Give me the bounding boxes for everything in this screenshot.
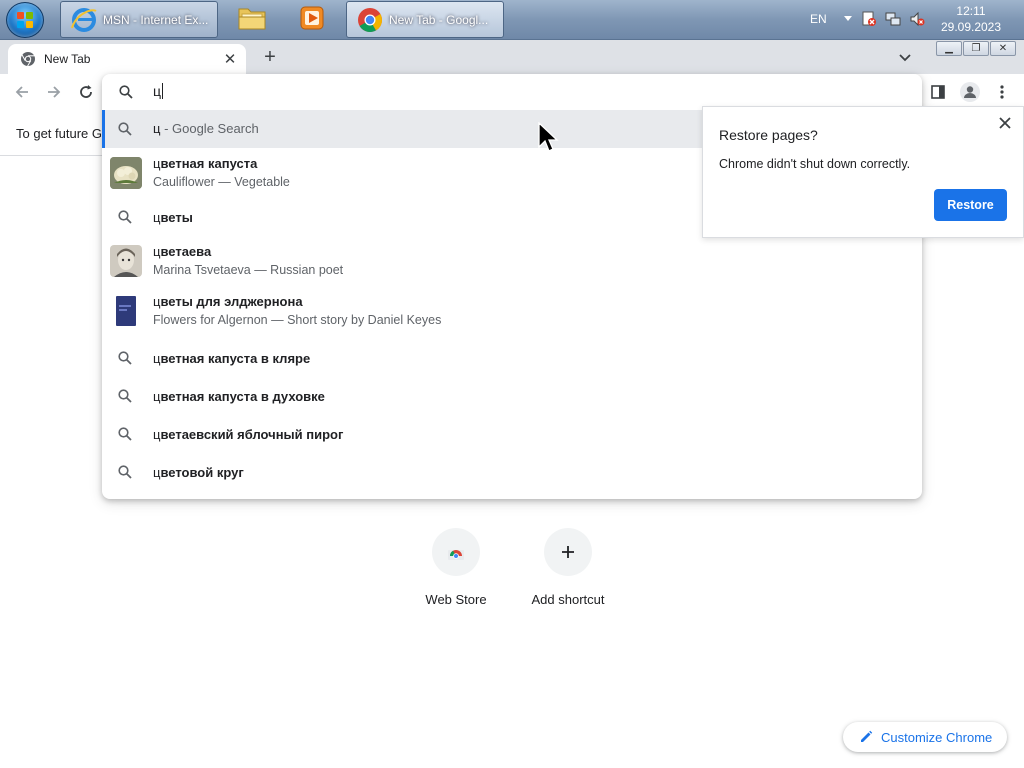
- suggestion-entity[interactable]: цветаева Marina Tsvetaeva — Russian poet: [102, 236, 922, 286]
- chrome-menu-button[interactable]: [990, 80, 1014, 104]
- action-center-icon[interactable]: [861, 11, 877, 27]
- shortcut-label: Web Store: [425, 592, 487, 607]
- folder-icon: [236, 3, 268, 36]
- back-button[interactable]: [10, 80, 34, 104]
- pencil-icon: [861, 730, 873, 742]
- windows-logo-icon: [17, 12, 34, 29]
- book-cover-thumbnail: [110, 295, 142, 327]
- suggestion-description: Cauliflower — Vegetable: [153, 175, 290, 189]
- customize-label: Customize Chrome: [881, 729, 993, 745]
- profile-button[interactable]: [958, 80, 982, 104]
- add-icon: [544, 528, 592, 576]
- suggestion-rest: ветаевский яблочный пирог: [160, 427, 344, 442]
- clock-date: 29.09.2023: [940, 20, 1002, 34]
- tab-title: New Tab: [44, 52, 91, 66]
- mouse-cursor-icon: [538, 121, 560, 157]
- suggestion-rest: ветовой круг: [160, 465, 244, 480]
- suggestion-search[interactable]: цветаевский яблочный пирог: [102, 415, 922, 453]
- windows-taskbar: MSN - Internet Ex... New Tab - Googl... …: [0, 0, 1024, 40]
- suggestion-rest: ветная капуста в кляре: [160, 351, 311, 366]
- suggestion-rest: веты для элджернона: [160, 294, 303, 309]
- suggestion-search[interactable]: цветная капуста в кляре: [102, 339, 922, 377]
- profile-avatar-icon: [960, 82, 980, 102]
- search-icon: [118, 210, 132, 224]
- tab-strip: New Tab ✕ + ▁ ❐ ✕: [0, 40, 1024, 74]
- web-store-icon: [432, 528, 480, 576]
- suggestion-description: Flowers for Algernon — Short story by Da…: [153, 313, 442, 327]
- restore-title: Restore pages?: [719, 127, 818, 143]
- search-icon: [118, 389, 132, 403]
- search-icon: [118, 122, 132, 136]
- omnibox-value: ц: [153, 83, 162, 99]
- taskbar-button-internet-explorer[interactable]: MSN - Internet Ex...: [60, 1, 218, 38]
- media-player-icon: [299, 5, 325, 34]
- shortcut-label: Add shortcut: [531, 592, 605, 607]
- forward-button[interactable]: [42, 80, 66, 104]
- taskbar-button-label: New Tab - Googl...: [389, 12, 489, 27]
- customize-chrome-button[interactable]: Customize Chrome: [843, 722, 1007, 752]
- chrome-icon: [355, 5, 385, 35]
- start-button[interactable]: [6, 2, 44, 38]
- taskbar-button-chrome[interactable]: New Tab - Googl...: [346, 1, 504, 38]
- restore-button[interactable]: Restore: [934, 189, 1007, 221]
- cauliflower-thumbnail: [110, 157, 142, 189]
- tab-close-icon[interactable]: ✕: [220, 49, 240, 69]
- omnibox-input[interactable]: ц: [102, 74, 922, 110]
- suggestion-search[interactable]: цветовой круг: [102, 453, 922, 491]
- suggestion-description: Marina Tsvetaeva — Russian poet: [153, 263, 344, 277]
- language-indicator[interactable]: EN: [810, 12, 827, 26]
- suggestion-rest: ветная капуста в духовке: [160, 389, 325, 404]
- restore-message: Chrome didn't shut down correctly.: [719, 157, 911, 171]
- clock-time: 12:11: [956, 4, 986, 18]
- tab-new-tab[interactable]: New Tab ✕: [8, 44, 246, 74]
- reload-button[interactable]: [74, 80, 98, 104]
- suggestion-suffix: - Google Search: [160, 121, 259, 136]
- tab-search-chevron-down-icon[interactable]: [896, 48, 914, 66]
- arrow-left-icon: [15, 86, 28, 98]
- taskbar-button-label: MSN - Internet Ex...: [103, 12, 209, 27]
- search-icon: [118, 351, 132, 365]
- taskbar-button-media-player[interactable]: [292, 1, 332, 38]
- taskbar-button-explorer[interactable]: [230, 1, 274, 38]
- search-icon: [119, 85, 133, 99]
- volume-muted-icon[interactable]: [909, 11, 925, 27]
- chrome-favicon-icon: [20, 51, 36, 67]
- system-clock[interactable]: 12:11 29.09.2023: [936, 3, 1006, 35]
- infobar: To get future G: [0, 110, 110, 156]
- side-panel-button[interactable]: [926, 80, 950, 104]
- restore-pages-bubble: Restore pages? Chrome didn't shut down c…: [702, 106, 1024, 238]
- new-tab-button[interactable]: +: [258, 45, 282, 69]
- shortcut-web-store[interactable]: Web Store: [400, 528, 512, 607]
- tray-expand-icon[interactable]: [844, 16, 852, 21]
- infobar-text: To get future G: [16, 126, 102, 141]
- ie-icon: [69, 5, 99, 35]
- suggestion-rest: веты: [160, 210, 193, 225]
- reload-icon: [80, 85, 92, 98]
- suggestion-search[interactable]: цветная капуста в духовке: [102, 377, 922, 415]
- search-icon: [118, 427, 132, 441]
- suggestion-rest: ветная капуста: [160, 156, 258, 171]
- text-caret: [162, 83, 164, 99]
- portrait-thumbnail: [110, 245, 142, 277]
- side-panel-icon: [931, 85, 945, 99]
- more-vertical-icon: [1000, 85, 1004, 99]
- window-controls: ▁ ❐ ✕: [935, 41, 1016, 56]
- shortcut-add[interactable]: Add shortcut: [512, 528, 624, 607]
- search-icon: [118, 465, 132, 479]
- suggestion-entity[interactable]: цветы для элджернона Flowers for Algerno…: [102, 286, 922, 336]
- restore-window-button[interactable]: ❐: [963, 41, 989, 56]
- close-icon[interactable]: [997, 115, 1013, 131]
- suggestion-rest: ветаева: [160, 244, 212, 259]
- minimize-button[interactable]: ▁: [936, 41, 962, 56]
- close-window-button[interactable]: ✕: [990, 41, 1016, 56]
- network-icon[interactable]: [885, 11, 901, 27]
- arrow-right-icon: [48, 86, 61, 98]
